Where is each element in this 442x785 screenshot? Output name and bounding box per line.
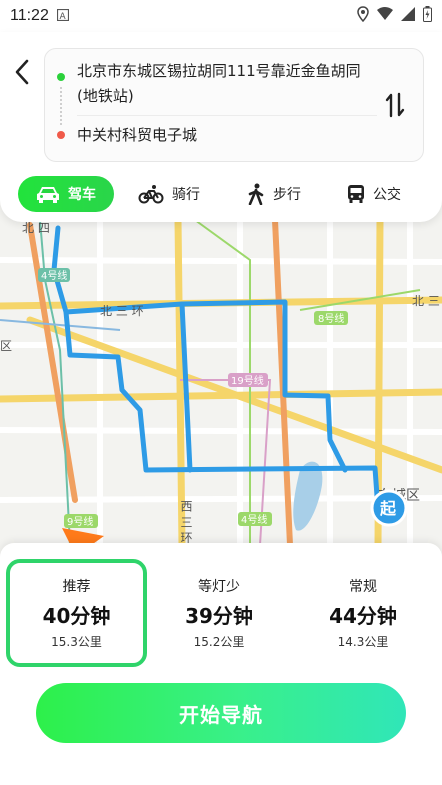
start-marker[interactable]: 起 bbox=[370, 489, 408, 527]
address-box: 北京市东城区锡拉胡同111号靠近金鱼胡同(地铁站) 中关村科贸电子城 bbox=[44, 48, 424, 162]
bicycle-icon bbox=[138, 185, 164, 204]
route-option-distance: 14.3公里 bbox=[337, 635, 389, 649]
map-label-line19: 19号线 bbox=[231, 374, 264, 387]
tab-walking[interactable]: 步行 bbox=[224, 176, 324, 212]
address-divider bbox=[77, 115, 377, 116]
map-label-north-3rd-ring-west: 北 三 环 bbox=[100, 304, 144, 318]
route-option-label: 推荐 bbox=[62, 579, 91, 595]
start-navigation-button[interactable]: 开始导航 bbox=[36, 683, 406, 743]
route-option-regular[interactable]: 常规 44分钟 14.3公里 bbox=[291, 559, 435, 667]
tab-cycling[interactable]: 骑行 bbox=[114, 176, 224, 212]
origin-dot-icon bbox=[57, 73, 65, 81]
back-button[interactable] bbox=[8, 54, 36, 90]
map-label-top-left-fragment: 北 四 bbox=[22, 221, 50, 235]
battery-icon bbox=[423, 6, 432, 26]
start-marker-label: 起 bbox=[379, 499, 397, 518]
route-option-distance: 15.2公里 bbox=[193, 635, 245, 649]
origin-field[interactable]: 北京市东城区锡拉胡同111号靠近金鱼胡同(地铁站) bbox=[77, 59, 377, 109]
notification-icon: A bbox=[56, 8, 69, 25]
route-options: 推荐 40分钟 15.3公里 等灯少 39分钟 15.2公里 常规 44分钟 1… bbox=[6, 559, 436, 667]
route-option-time: 39分钟 bbox=[185, 604, 253, 628]
bus-icon bbox=[348, 185, 364, 203]
travel-mode-tabs: 驾车 骑行 步行 公交 bbox=[18, 176, 428, 212]
route-option-recommended[interactable]: 推荐 40分钟 15.3公里 bbox=[6, 559, 147, 667]
map-label-left-fragment: 区 bbox=[0, 339, 12, 353]
map-label-west-3rd-ring: 西 三 环 bbox=[179, 500, 193, 544]
route-option-distance: 15.3公里 bbox=[51, 635, 102, 649]
map-label-line4-bottom: 4号线 bbox=[241, 513, 267, 526]
status-time: 11:22 bbox=[10, 7, 49, 24]
destination-field[interactable]: 中关村科贸电子城 bbox=[77, 123, 377, 148]
map-label-line9: 9号线 bbox=[67, 515, 93, 528]
map-label-north-3rd-ring-east: 北 三 bbox=[412, 294, 440, 308]
tab-transit[interactable]: 公交 bbox=[324, 176, 424, 212]
route-result-panel: 推荐 40分钟 15.3公里 等灯少 39分钟 15.2公里 常规 44分钟 1… bbox=[0, 543, 442, 785]
location-icon bbox=[357, 6, 369, 26]
map-label-line4-top: 4号线 bbox=[41, 269, 67, 282]
route-option-label: 常规 bbox=[349, 579, 377, 595]
route-option-label: 等灯少 bbox=[198, 579, 240, 595]
map-label-line8: 8号线 bbox=[318, 312, 344, 325]
chevron-left-icon bbox=[15, 59, 29, 85]
tab-cycling-label: 骑行 bbox=[172, 187, 200, 203]
car-icon bbox=[37, 187, 59, 203]
svg-text:A: A bbox=[59, 12, 66, 21]
route-dots-divider bbox=[60, 87, 62, 125]
swap-arrows-icon bbox=[385, 92, 405, 118]
tab-walking-label: 步行 bbox=[273, 187, 301, 203]
swap-button[interactable] bbox=[377, 85, 413, 125]
route-option-fewer-lights[interactable]: 等灯少 39分钟 15.2公里 bbox=[147, 559, 291, 667]
tab-driving-label: 驾车 bbox=[68, 187, 96, 203]
route-search-card: 北京市东城区锡拉胡同111号靠近金鱼胡同(地铁站) 中关村科贸电子城 驾车 骑行… bbox=[0, 32, 442, 222]
tab-driving[interactable]: 驾车 bbox=[18, 176, 114, 212]
walking-icon bbox=[248, 183, 264, 205]
status-bar: 11:22 A bbox=[0, 0, 442, 32]
signal-icon bbox=[401, 7, 415, 25]
tab-transit-label: 公交 bbox=[373, 187, 401, 203]
wifi-icon bbox=[377, 7, 393, 25]
route-option-time: 44分钟 bbox=[329, 604, 397, 628]
route-option-time: 40分钟 bbox=[42, 604, 111, 628]
destination-dot-icon bbox=[57, 131, 65, 139]
